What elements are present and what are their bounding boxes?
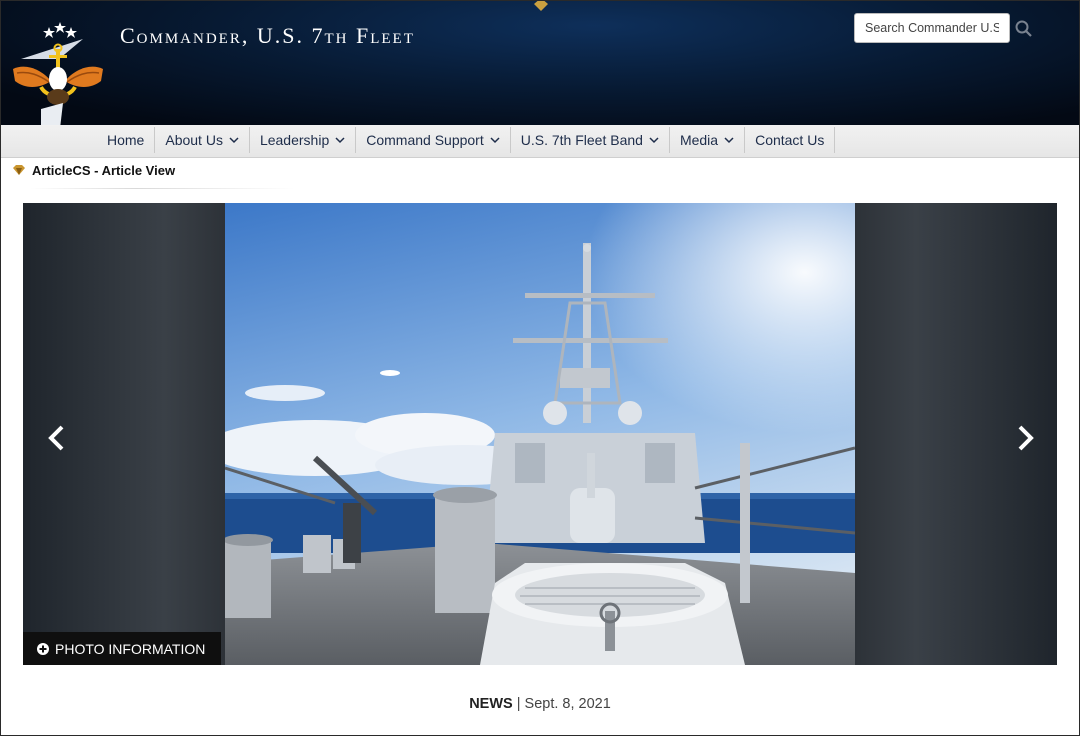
search-input[interactable] xyxy=(854,13,1010,43)
chevron-down-icon xyxy=(649,137,659,144)
plus-circle-icon xyxy=(37,642,49,655)
nav-item-home[interactable]: Home xyxy=(97,127,156,153)
article-category[interactable]: NEWS xyxy=(469,696,513,712)
chevron-down-icon xyxy=(490,137,500,144)
chevron-down-icon xyxy=(335,137,345,144)
breadcrumb: ArticleCS - Article View xyxy=(13,161,175,179)
photo-carousel: PHOTO INFORMATION xyxy=(23,203,1057,665)
nav-item-leadership[interactable]: Leadership xyxy=(250,127,357,153)
nav-item-about-us[interactable]: About Us xyxy=(155,127,250,153)
nav-item-command-support[interactable]: Command Support xyxy=(356,127,511,153)
nav-item-label: U.S. 7th Fleet Band xyxy=(520,132,643,148)
photo-information-label: PHOTO INFORMATION xyxy=(55,640,206,657)
photo-information-button[interactable]: PHOTO INFORMATION xyxy=(23,632,222,665)
nav-item-fleet-band[interactable]: U.S. 7th Fleet Band xyxy=(511,127,670,153)
article-photo-destroyer-deck[interactable] xyxy=(225,203,855,665)
nav-item-media[interactable]: Media xyxy=(670,127,746,153)
meta-separator: | xyxy=(516,696,521,712)
search-icon[interactable] xyxy=(1014,19,1034,39)
nav-item-label: Home xyxy=(107,132,145,148)
nav-item-label: About Us xyxy=(165,132,223,148)
article-meta: NEWS | Sept. 8, 2021 xyxy=(0,696,1080,712)
fleet-eagle-logo[interactable] xyxy=(11,19,105,125)
header-gem-ornament xyxy=(534,1,548,11)
chevron-down-icon xyxy=(724,137,734,144)
breadcrumb-label: ArticleCS - Article View xyxy=(32,162,176,178)
site-header: Commander, U.S. 7th Fleet xyxy=(1,1,1079,125)
main-nav: Home About Us Leadership Command Support… xyxy=(1,125,1079,158)
article-date: Sept. 8, 2021 xyxy=(524,696,611,712)
nav-item-label: Command Support xyxy=(366,132,484,148)
gem-bullet-icon xyxy=(13,165,25,175)
chevron-left-icon[interactable] xyxy=(47,425,67,451)
chevron-right-icon[interactable] xyxy=(1015,425,1035,451)
nav-item-label: Leadership xyxy=(259,132,330,148)
nav-item-label: Media xyxy=(679,132,719,148)
site-title[interactable]: Commander, U.S. 7th Fleet xyxy=(120,23,415,49)
nav-item-label: Contact Us xyxy=(755,132,825,148)
chevron-down-icon xyxy=(229,137,239,144)
nav-item-contact-us[interactable]: Contact Us xyxy=(745,127,836,153)
breadcrumb-divider xyxy=(30,188,295,189)
